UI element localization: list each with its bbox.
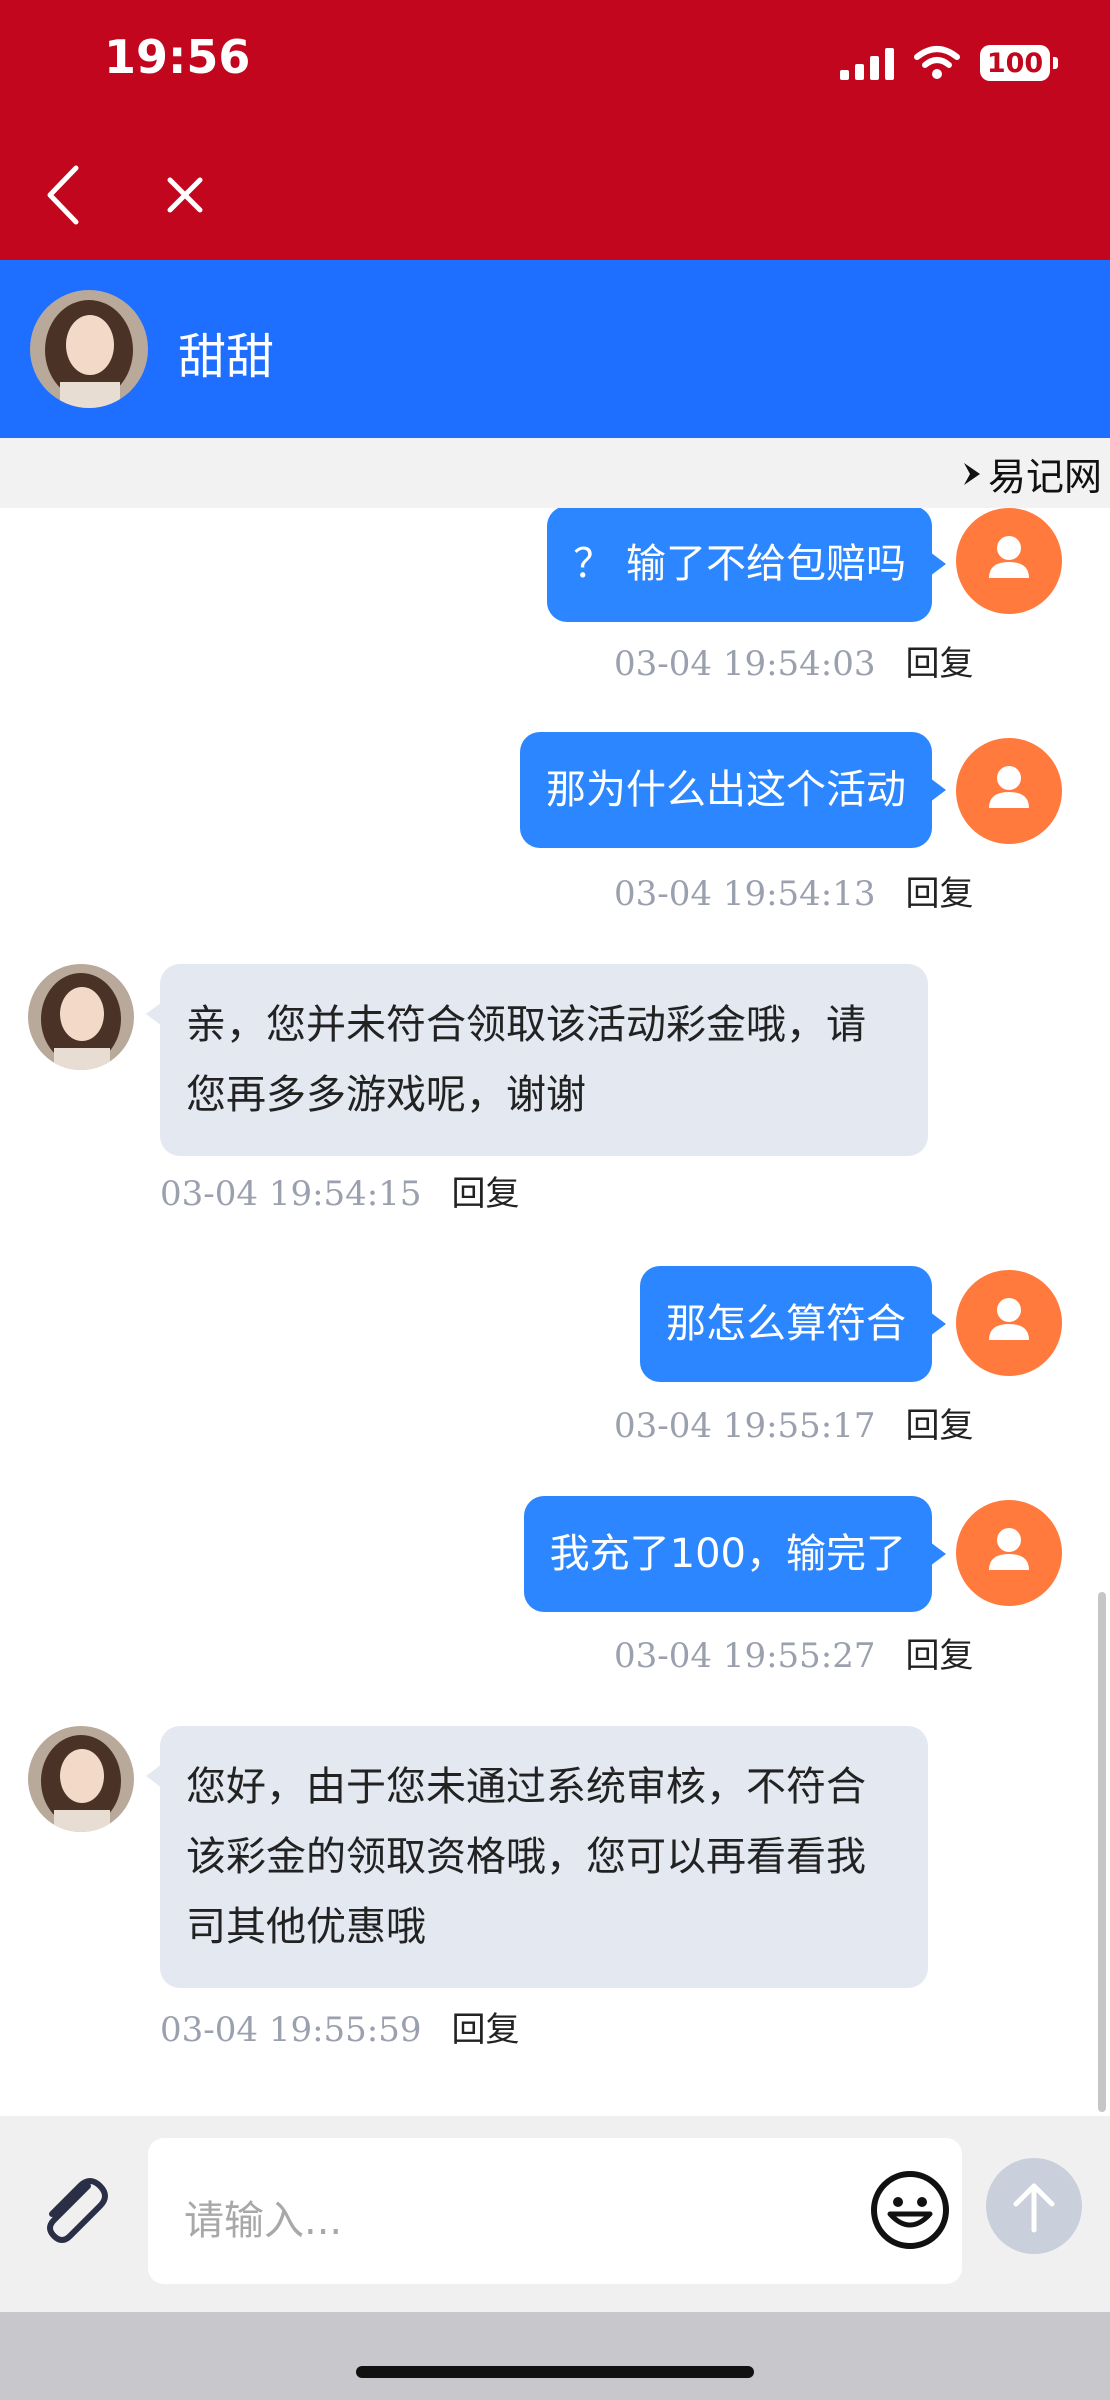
message-text: 那为什么出这个活动 xyxy=(546,767,906,813)
input-placeholder: 请输入... xyxy=(184,2198,343,2244)
reply-link[interactable]: 回复 xyxy=(906,1636,974,1676)
status-time: 19:56 xyxy=(104,30,251,84)
status-icons: 100 xyxy=(840,40,1058,86)
message-timestamp: 03-04 19:54:13 xyxy=(614,874,876,914)
outgoing-message-bubble[interactable]: 我充了100，输完了 xyxy=(523,1496,947,1612)
emoji-icon[interactable] xyxy=(868,2168,952,2252)
contact-avatar[interactable] xyxy=(30,290,148,408)
reply-link[interactable]: 回复 xyxy=(906,644,974,684)
message-text: 那怎么算符合 xyxy=(666,1301,906,1347)
message-text-line: 您再多多游戏呢，谢谢 xyxy=(186,1072,586,1118)
message-timestamp: 03-04 19:54:03 xyxy=(614,644,876,684)
brand-strip: 易记网 xyxy=(0,438,1110,508)
agent-avatar[interactable] xyxy=(28,964,134,1070)
incoming-message-bubble[interactable]: 亲，您并未符合领取该活动彩金哦，请 您再多多游戏呢，谢谢 xyxy=(146,964,928,1156)
status-and-nav-bar: 19:56 100 xyxy=(0,0,1110,260)
message-meta: 03-04 19:54:03 回复 xyxy=(614,636,974,685)
message-text-line: 亲，您并未符合领取该活动彩金哦，请 xyxy=(186,1002,866,1048)
arrow-up-icon xyxy=(1013,2183,1055,2233)
cellular-signal-icon xyxy=(840,46,894,80)
message-timestamp: 03-04 19:54:15 xyxy=(160,1174,422,1214)
message-meta: 03-04 19:55:27 回复 xyxy=(614,1628,974,1677)
send-button[interactable] xyxy=(986,2158,1082,2254)
brand-logo-icon xyxy=(963,462,980,485)
battery-indicator: 100 xyxy=(980,45,1058,81)
message-text-line: 该彩金的领取资格哦，您可以再看看我 xyxy=(186,1834,866,1880)
message-meta: 03-04 19:54:15 回复 xyxy=(160,1166,520,1215)
user-avatar[interactable] xyxy=(956,1500,1062,1606)
incoming-message-bubble[interactable]: 您好，由于您未通过系统审核，不符合 该彩金的领取资格哦，您可以再看看我 司其他优… xyxy=(146,1726,928,1988)
contact-name: 甜甜 xyxy=(178,329,275,385)
user-icon xyxy=(989,1528,1029,1570)
user-avatar[interactable] xyxy=(956,508,1062,614)
reply-link[interactable]: 回复 xyxy=(452,1174,520,1214)
input-bar: 请输入... xyxy=(0,2116,1110,2312)
message-meta: 03-04 19:54:13 回复 xyxy=(614,866,974,915)
reply-link[interactable]: 回复 xyxy=(452,2010,520,2050)
outgoing-message-bubble[interactable]: 那怎么算符合 xyxy=(640,1266,946,1382)
user-avatar[interactable] xyxy=(956,1270,1062,1376)
chevron-left-icon[interactable] xyxy=(40,160,90,230)
agent-avatar[interactable] xyxy=(28,1726,134,1832)
user-icon xyxy=(989,536,1029,578)
reply-link[interactable]: 回复 xyxy=(906,1406,974,1446)
user-icon xyxy=(989,766,1029,808)
wifi-icon xyxy=(914,46,960,79)
chat-header: 甜甜 xyxy=(0,260,1110,438)
user-icon xyxy=(989,1298,1029,1340)
message-timestamp: 03-04 19:55:59 xyxy=(160,2010,422,2050)
outgoing-message-bubble[interactable]: ？ 输了不给包赔吗 xyxy=(547,508,946,622)
user-avatar[interactable] xyxy=(956,738,1062,844)
brand-text: 易记网 xyxy=(987,455,1102,499)
message-text-line: 您好，由于您未通过系统审核，不符合 xyxy=(186,1764,866,1810)
message-input[interactable]: 请输入... xyxy=(148,2138,962,2284)
scrollbar[interactable] xyxy=(1098,1592,1106,2112)
home-indicator-area xyxy=(0,2312,1110,2400)
outgoing-message-bubble[interactable]: 那为什么出这个活动 xyxy=(520,732,946,848)
message-meta: 03-04 19:55:59 回复 xyxy=(160,2002,520,2051)
message-text: ？ 输了不给包赔吗 xyxy=(573,541,906,587)
message-list[interactable]: ？ 输了不给包赔吗 03-04 19:54:03 回复 那为什么出这个活动 03-… xyxy=(0,508,1110,2116)
message-timestamp: 03-04 19:55:17 xyxy=(614,1406,876,1446)
close-icon[interactable] xyxy=(160,170,210,220)
brand-watermark: 易记网 xyxy=(962,446,1102,501)
message-text-line: 司其他优惠哦 xyxy=(186,1904,426,1950)
paperclip-icon[interactable] xyxy=(30,2166,116,2252)
message-text: 我充了100，输完了 xyxy=(549,1531,906,1577)
message-meta: 03-04 19:55:17 回复 xyxy=(614,1398,974,1447)
reply-link[interactable]: 回复 xyxy=(906,874,974,914)
message-timestamp: 03-04 19:55:27 xyxy=(614,1636,876,1676)
home-indicator[interactable] xyxy=(356,2366,754,2378)
